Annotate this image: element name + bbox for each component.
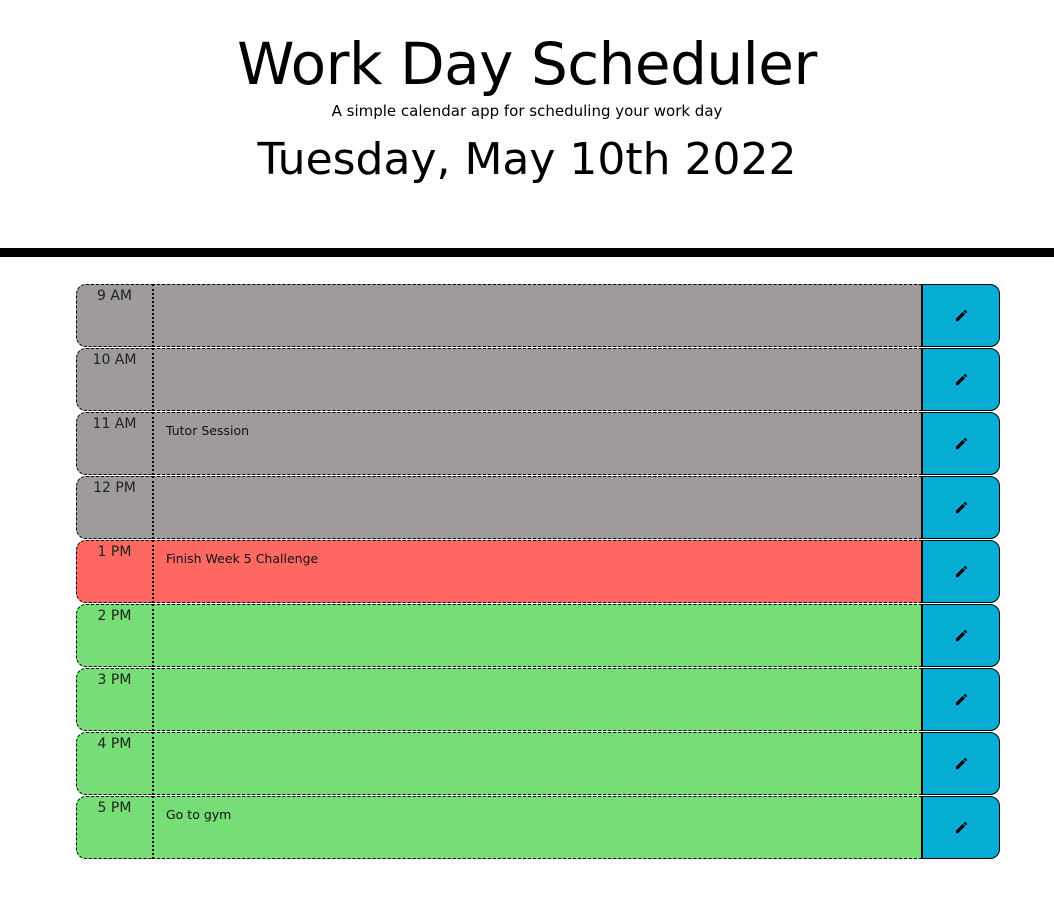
- pencil-icon: [955, 629, 967, 642]
- pencil-icon: [955, 565, 967, 578]
- event-description[interactable]: [152, 668, 922, 731]
- page-title: Work Day Scheduler: [237, 30, 817, 98]
- header-divider: [0, 248, 1054, 257]
- save-button[interactable]: [922, 796, 1000, 859]
- save-button[interactable]: [922, 412, 1000, 475]
- hour-label: 12 PM: [76, 476, 152, 539]
- hour-label: 3 PM: [76, 668, 152, 731]
- event-description[interactable]: [152, 732, 922, 795]
- event-description[interactable]: Go to gym: [152, 796, 922, 859]
- schedule-container: 9 AM 10 AM 11 AM Tutor Session 12 PM 1 P…: [76, 284, 1000, 860]
- pencil-icon: [955, 757, 967, 770]
- time-block: 2 PM: [76, 604, 1000, 667]
- time-block: 10 AM: [76, 348, 1000, 411]
- time-block: 9 AM: [76, 284, 1000, 347]
- pencil-icon: [955, 693, 967, 706]
- hour-label: 10 AM: [76, 348, 152, 411]
- event-description[interactable]: [152, 348, 922, 411]
- pencil-icon: [955, 309, 967, 322]
- time-block: 12 PM: [76, 476, 1000, 539]
- event-description[interactable]: Finish Week 5 Challenge: [152, 540, 922, 603]
- event-description[interactable]: [152, 284, 922, 347]
- save-button[interactable]: [922, 476, 1000, 539]
- event-description[interactable]: [152, 476, 922, 539]
- time-block: 11 AM Tutor Session: [76, 412, 1000, 475]
- time-block: 1 PM Finish Week 5 Challenge: [76, 540, 1000, 603]
- hour-label: 9 AM: [76, 284, 152, 347]
- save-button[interactable]: [922, 732, 1000, 795]
- current-date: Tuesday, May 10th 2022: [257, 134, 797, 185]
- time-block: 4 PM: [76, 732, 1000, 795]
- save-button[interactable]: [922, 604, 1000, 667]
- pencil-icon: [955, 501, 967, 514]
- page-subtitle: A simple calendar app for scheduling you…: [331, 102, 723, 120]
- event-description[interactable]: Tutor Session: [152, 412, 922, 475]
- time-block: 5 PM Go to gym: [76, 796, 1000, 859]
- pencil-icon: [955, 373, 967, 386]
- hour-label: 2 PM: [76, 604, 152, 667]
- save-button[interactable]: [922, 668, 1000, 731]
- hour-label: 5 PM: [76, 796, 152, 859]
- page-header: Work Day Scheduler A simple calendar app…: [0, 0, 1054, 257]
- save-button[interactable]: [922, 284, 1000, 347]
- pencil-icon: [955, 821, 967, 834]
- save-button[interactable]: [922, 540, 1000, 603]
- event-description[interactable]: [152, 604, 922, 667]
- save-button[interactable]: [922, 348, 1000, 411]
- hour-label: 4 PM: [76, 732, 152, 795]
- hour-label: 1 PM: [76, 540, 152, 603]
- hour-label: 11 AM: [76, 412, 152, 475]
- pencil-icon: [955, 437, 967, 450]
- time-block: 3 PM: [76, 668, 1000, 731]
